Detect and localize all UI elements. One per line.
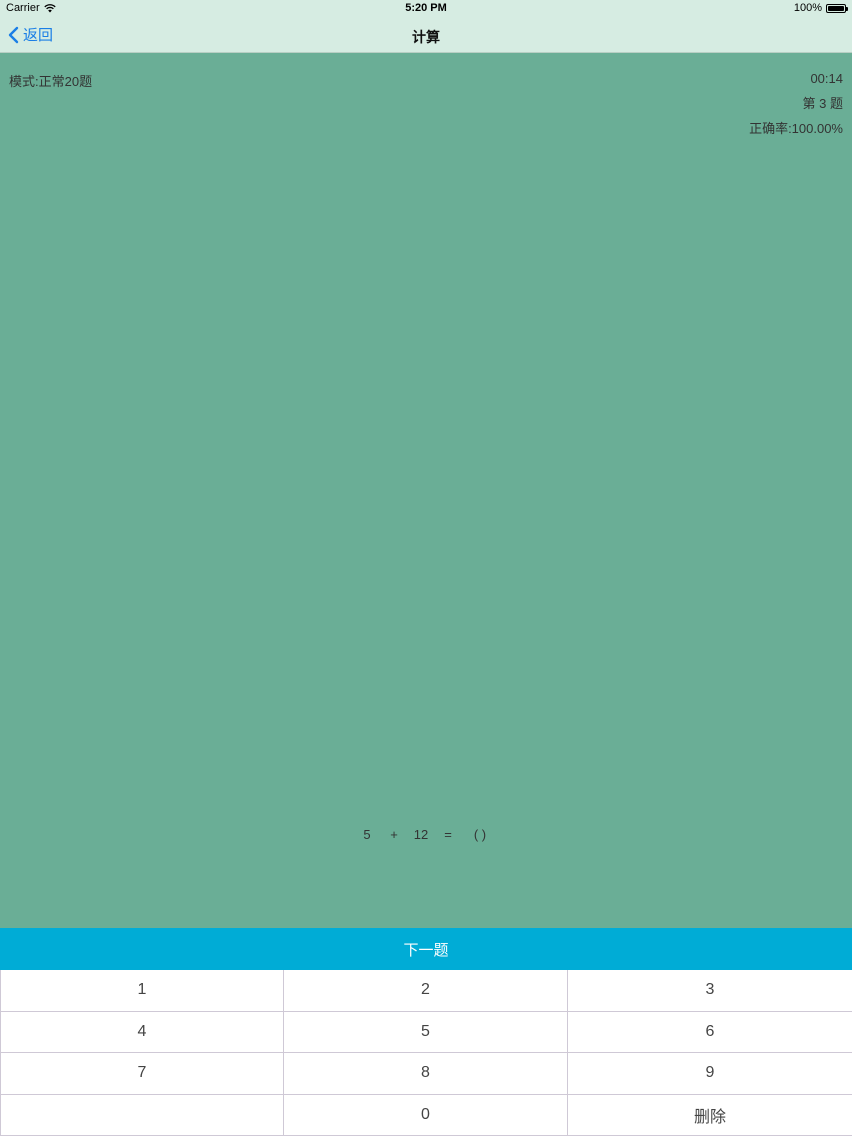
key-4[interactable]: 4 [0,1011,284,1053]
number-keypad: 1 2 3 4 5 6 7 8 9 0 删除 [0,970,852,1136]
status-bar: Carrier 5:20 PM 100% [0,0,852,18]
battery-icon [826,3,848,13]
key-1[interactable]: 1 [0,970,284,1012]
quiz-stats: 00:14 第 3 题 正确率:100.00% [749,66,843,141]
battery-percent: 100% [793,2,822,14]
operand-b: 12 [413,827,429,842]
accuracy-rate: 正确率:100.00% [749,121,843,136]
key-3[interactable]: 3 [568,970,852,1012]
navigation-bar: 返回 计算 [0,18,852,53]
equals-sign: = [444,827,452,842]
key-2[interactable]: 2 [284,970,568,1012]
key-7[interactable]: 7 [0,1053,284,1095]
key-0[interactable]: 0 [284,1094,568,1136]
equation: 5 + 12 = ( ) [0,827,852,842]
key-blank [0,1094,284,1136]
question-number: 第 3 题 [802,96,843,111]
key-5[interactable]: 5 [284,1011,568,1053]
operator: + [390,827,398,842]
timer: 00:14 [810,71,843,86]
battery-info: 100% [793,2,848,14]
delete-key[interactable]: 删除 [568,1094,852,1136]
page-title: 计算 [412,29,440,45]
next-question-button[interactable]: 下一题 [0,928,852,970]
answer-slot[interactable]: ( ) [462,827,498,842]
key-8[interactable]: 8 [284,1053,568,1095]
operand-a: 5 [363,827,371,842]
key-9[interactable]: 9 [568,1053,852,1095]
mode-label: 模式:正常20题 [9,74,93,89]
clock: 5:20 PM [405,2,447,14]
key-6[interactable]: 6 [568,1011,852,1053]
